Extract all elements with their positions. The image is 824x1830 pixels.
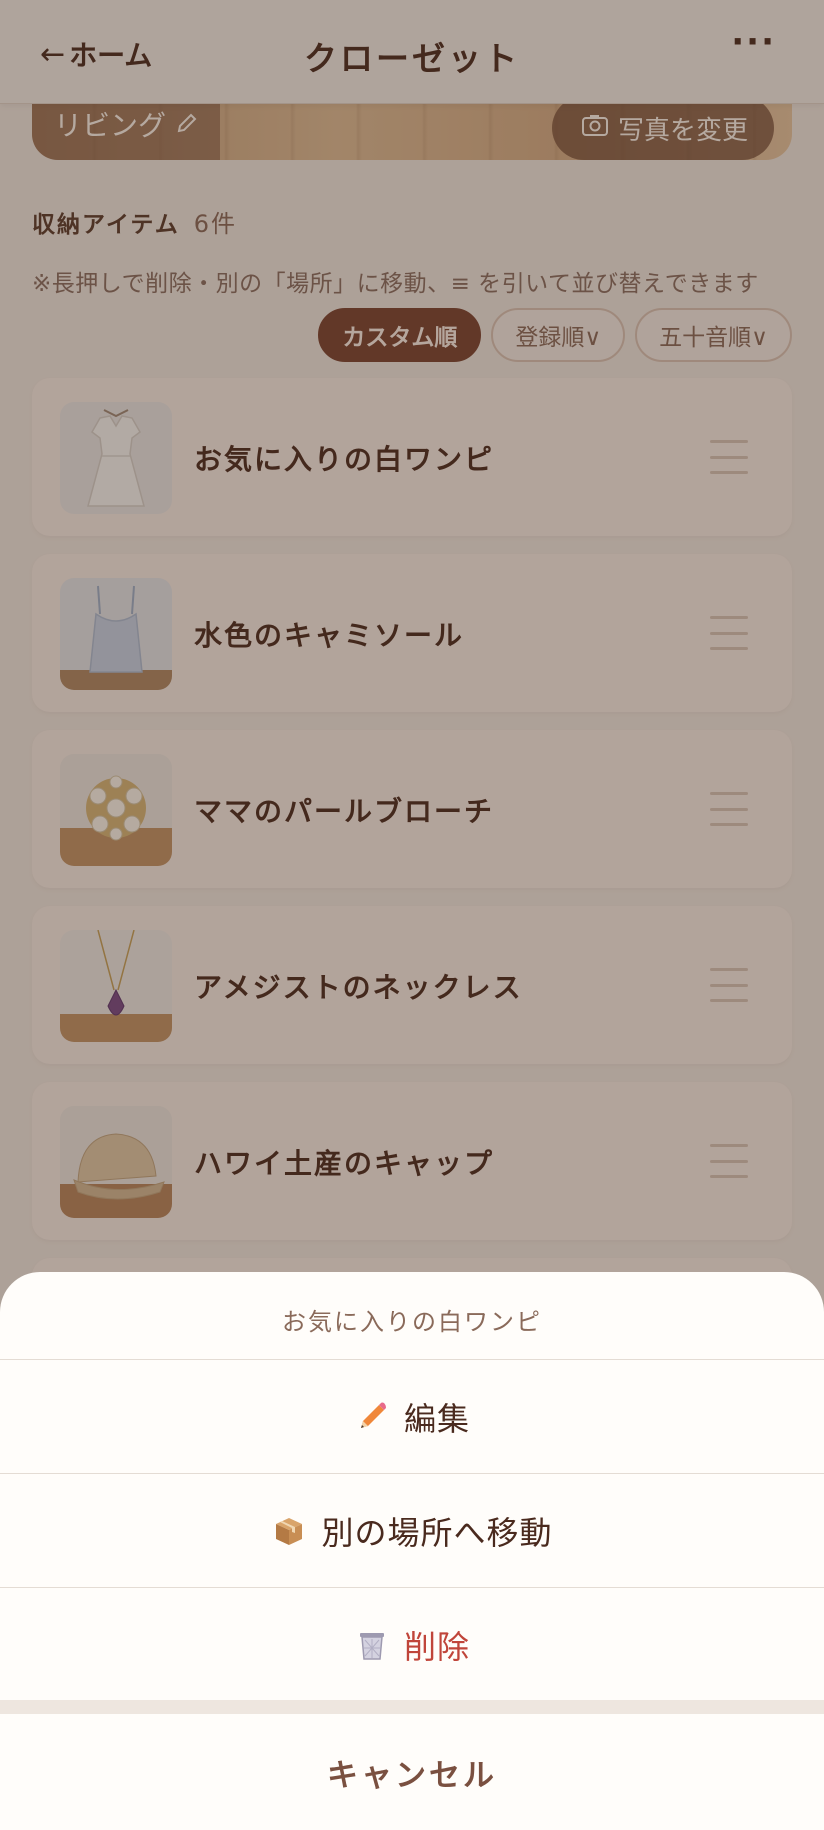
- package-icon: [271, 1513, 307, 1549]
- cancel-button[interactable]: キャンセル: [0, 1714, 824, 1830]
- move-option-label: 別の場所へ移動: [321, 1513, 553, 1552]
- edit-option-label: 編集: [403, 1399, 470, 1438]
- action-sheet-title: お気に入りの白ワンピ: [0, 1272, 824, 1360]
- action-sheet: お気に入りの白ワンピ 編集 別の場所へ移動 削除 キャンセル: [0, 1272, 824, 1830]
- delete-option[interactable]: 削除: [0, 1588, 824, 1702]
- closet-screen: ← ホーム クローゼット ··· リビング 写真を変更 収納アイテム 6件 ※長押…: [0, 0, 824, 1830]
- sheet-divider: [0, 1700, 824, 1714]
- edit-option[interactable]: 編集: [0, 1360, 824, 1474]
- move-option[interactable]: 別の場所へ移動: [0, 1474, 824, 1588]
- delete-option-label: 削除: [403, 1627, 470, 1666]
- trash-icon: [354, 1627, 390, 1663]
- pencil-icon: [354, 1399, 390, 1435]
